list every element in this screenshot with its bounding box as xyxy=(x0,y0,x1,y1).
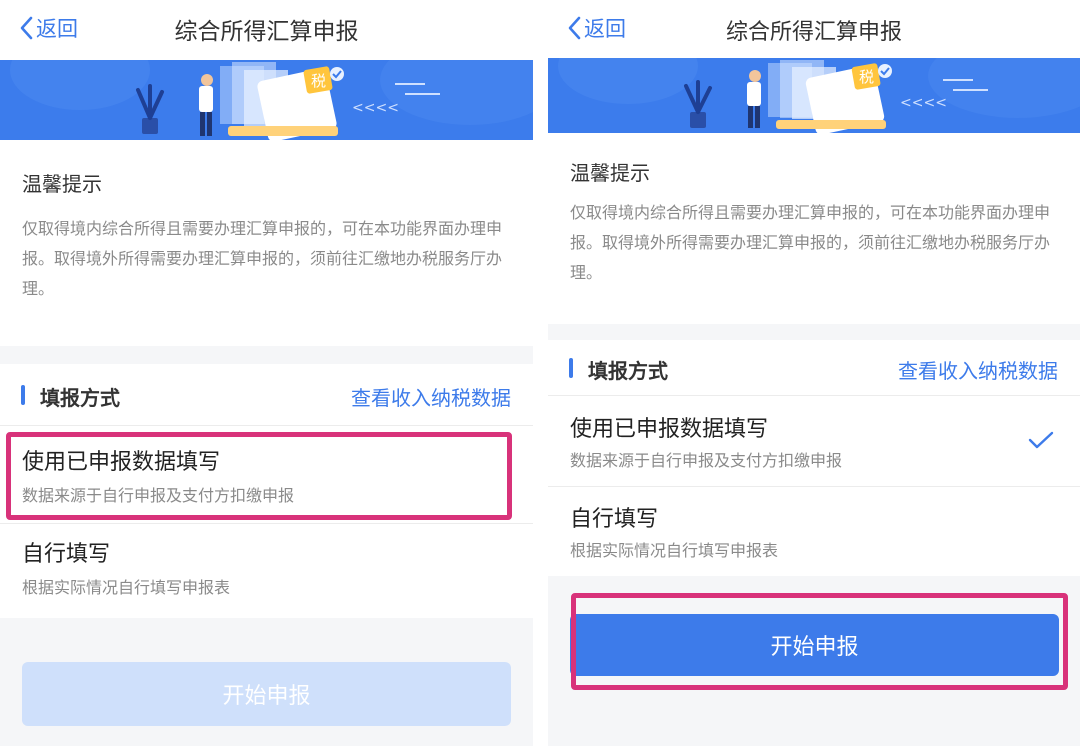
screenshot-pair: 返回 综合所得汇算申报 税 <<<< 温馨提示 仅取得境内综合所得且需要办理汇算… xyxy=(0,0,1080,746)
view-income-tax-data-link[interactable]: 查看收入纳税数据 xyxy=(351,382,511,411)
option-description: 根据实际情况自行填写申报表 xyxy=(570,541,779,560)
page-title: 综合所得汇算申报 xyxy=(725,20,902,45)
tips-title: 温馨提示 xyxy=(570,161,650,185)
option-label: 使用已申报数据填写 xyxy=(570,417,769,442)
start-declaration-button[interactable]: 开始申报 xyxy=(22,662,511,726)
option-self-fill[interactable]: 自行填写 根据实际情况自行填写申报表 xyxy=(548,487,1080,576)
tips-section: 温馨提示 仅取得境内综合所得且需要办理汇算申报的，可在本功能界面办理申报。取得境… xyxy=(0,140,533,346)
section-accent-bar xyxy=(569,358,573,378)
section-header: 填报方式 查看收入纳税数据 xyxy=(0,364,533,426)
tips-title: 温馨提示 xyxy=(22,172,102,196)
section-title: 填报方式 xyxy=(588,359,668,383)
nav-bar: 返回 综合所得汇算申报 xyxy=(0,0,533,60)
phone-screen-before: 返回 综合所得汇算申报 税 <<<< 温馨提示 仅取得境内综合所得且需要办理汇算… xyxy=(0,0,533,746)
arrows-decoration: <<<< xyxy=(900,95,947,111)
banner-illustration: 税 <<<< xyxy=(548,58,1080,133)
option-use-declared-data[interactable]: 使用已申报数据填写 数据来源于自行申报及支付方扣缴申报 xyxy=(548,397,1080,487)
fill-method-section: 填报方式 查看收入纳税数据 使用已申报数据填写 数据来源于自行申报及支付方扣缴申… xyxy=(548,340,1080,576)
option-description: 数据来源于自行申报及支付方扣缴申报 xyxy=(570,451,843,470)
tips-body: 仅取得境内综合所得且需要办理汇算申报的，可在本功能界面办理申报。取得境外所得需要… xyxy=(22,219,503,298)
tips-body: 仅取得境内综合所得且需要办理汇算申报的，可在本功能界面办理申报。取得境外所得需要… xyxy=(570,203,1051,282)
page-title: 综合所得汇算申报 xyxy=(174,19,359,45)
tax-badge: 税 xyxy=(859,68,874,86)
nav-bar: 返回 综合所得汇算申报 xyxy=(548,0,1080,58)
option-description: 根据实际情况自行填写申报表 xyxy=(22,578,231,597)
tips-section: 温馨提示 仅取得境内综合所得且需要办理汇算申报的，可在本功能界面办理申报。取得境… xyxy=(548,133,1080,324)
section-accent-bar xyxy=(21,385,25,405)
arrows-decoration: <<<< xyxy=(352,100,399,116)
tax-badge: 税 xyxy=(311,72,326,90)
view-income-tax-data-link[interactable]: 查看收入纳税数据 xyxy=(898,355,1058,384)
option-label: 自行填写 xyxy=(22,542,111,567)
section-header: 填报方式 查看收入纳税数据 xyxy=(548,340,1080,396)
highlight-frame-option xyxy=(6,432,512,520)
section-title: 填报方式 xyxy=(40,386,120,410)
option-self-fill[interactable]: 自行填写 根据实际情况自行填写申报表 xyxy=(0,524,533,618)
checkmark-icon xyxy=(1028,431,1054,449)
banner-illustration: 税 <<<< xyxy=(0,60,533,140)
highlight-frame-start-button xyxy=(571,593,1068,690)
option-label: 自行填写 xyxy=(570,507,659,532)
